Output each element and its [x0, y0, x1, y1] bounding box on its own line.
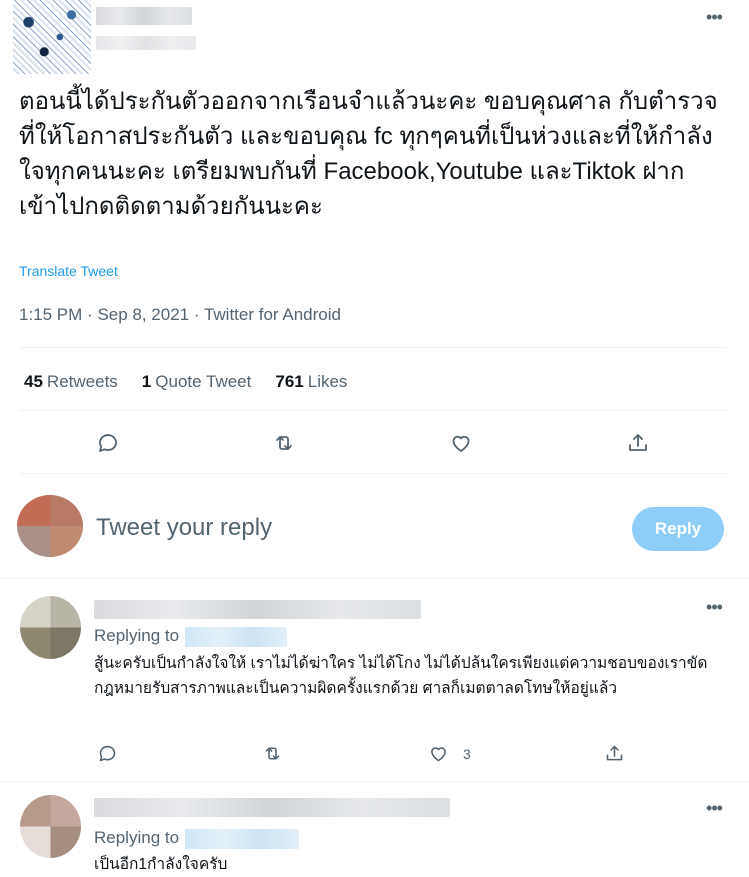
- more-horizontal-icon[interactable]: •••: [702, 598, 726, 616]
- retweets-label: Retweets: [46, 372, 118, 391]
- reply-author-redacted[interactable]: [94, 798, 450, 817]
- current-user-avatar[interactable]: [17, 495, 83, 557]
- replying-to: Replying to: [94, 828, 300, 849]
- retweets-stat[interactable]: 45 Retweets: [24, 372, 118, 392]
- replying-to: Replying to: [94, 626, 288, 647]
- reply-input[interactable]: Tweet your reply: [96, 514, 272, 542]
- translate-tweet-link[interactable]: Translate Tweet: [19, 263, 118, 279]
- quote-tweets-stat[interactable]: 1 Quote Tweet: [142, 372, 252, 392]
- reply-button[interactable]: Reply: [632, 507, 724, 551]
- tweet-metadata: 1:15 PM · Sep 8, 2021 · Twitter for Andr…: [19, 305, 341, 325]
- likes-stat[interactable]: 761 Likes: [275, 372, 347, 392]
- reply-icon[interactable]: [95, 430, 121, 456]
- reply-avatar[interactable]: [20, 596, 81, 659]
- replying-to-handle-redacted[interactable]: [185, 626, 288, 647]
- quotes-count: 1: [141, 372, 152, 391]
- divider: [0, 578, 749, 579]
- share-icon[interactable]: [625, 430, 651, 456]
- retweets-count: 45: [24, 372, 43, 391]
- tweet-text: ตอนนี้ได้ประกันตัวออกจากเรือนจำแล้วนะคะ …: [19, 88, 718, 220]
- meta-separator: ·: [193, 305, 204, 324]
- reply-avatar[interactable]: [20, 795, 81, 858]
- like-icon[interactable]: [425, 740, 451, 766]
- tweet-stats: 45 Retweets 1 Quote Tweet 761 Likes: [24, 372, 371, 392]
- replying-to-label: Replying to: [94, 626, 180, 645]
- likes-count: 761: [275, 372, 304, 391]
- retweet-icon[interactable]: [259, 740, 285, 766]
- divider: [19, 347, 726, 348]
- reply-text: สู้นะครับเป็นกำลังใจให้ เราไม่ได้ฆ่าใคร …: [94, 655, 708, 697]
- share-icon[interactable]: [601, 740, 627, 766]
- retweet-icon[interactable]: [271, 430, 297, 456]
- divider: [19, 473, 726, 474]
- author-avatar[interactable]: [13, 0, 91, 74]
- tweet-date[interactable]: Sep 8, 2021: [97, 305, 189, 324]
- author-name-redacted[interactable]: [96, 7, 192, 25]
- divider: [19, 410, 726, 411]
- reply-icon[interactable]: [94, 740, 120, 766]
- reply-author-redacted[interactable]: [94, 600, 421, 619]
- meta-separator: ·: [87, 305, 98, 324]
- like-count: 3: [463, 746, 471, 762]
- more-horizontal-icon[interactable]: •••: [702, 8, 726, 26]
- divider: [0, 781, 749, 782]
- replying-to-handle-redacted[interactable]: [185, 828, 300, 849]
- tweet-source[interactable]: Twitter for Android: [204, 305, 341, 324]
- replying-to-label: Replying to: [94, 828, 180, 847]
- quotes-label: Quote Tweet: [155, 372, 252, 391]
- reply-text: เป็นอีก1กำลังใจครับ: [94, 856, 228, 873]
- likes-label: Likes: [307, 372, 348, 391]
- like-icon[interactable]: [448, 430, 474, 456]
- tweet-time[interactable]: 1:15 PM: [19, 305, 82, 324]
- author-handle-redacted[interactable]: [96, 36, 196, 50]
- more-horizontal-icon[interactable]: •••: [702, 799, 726, 817]
